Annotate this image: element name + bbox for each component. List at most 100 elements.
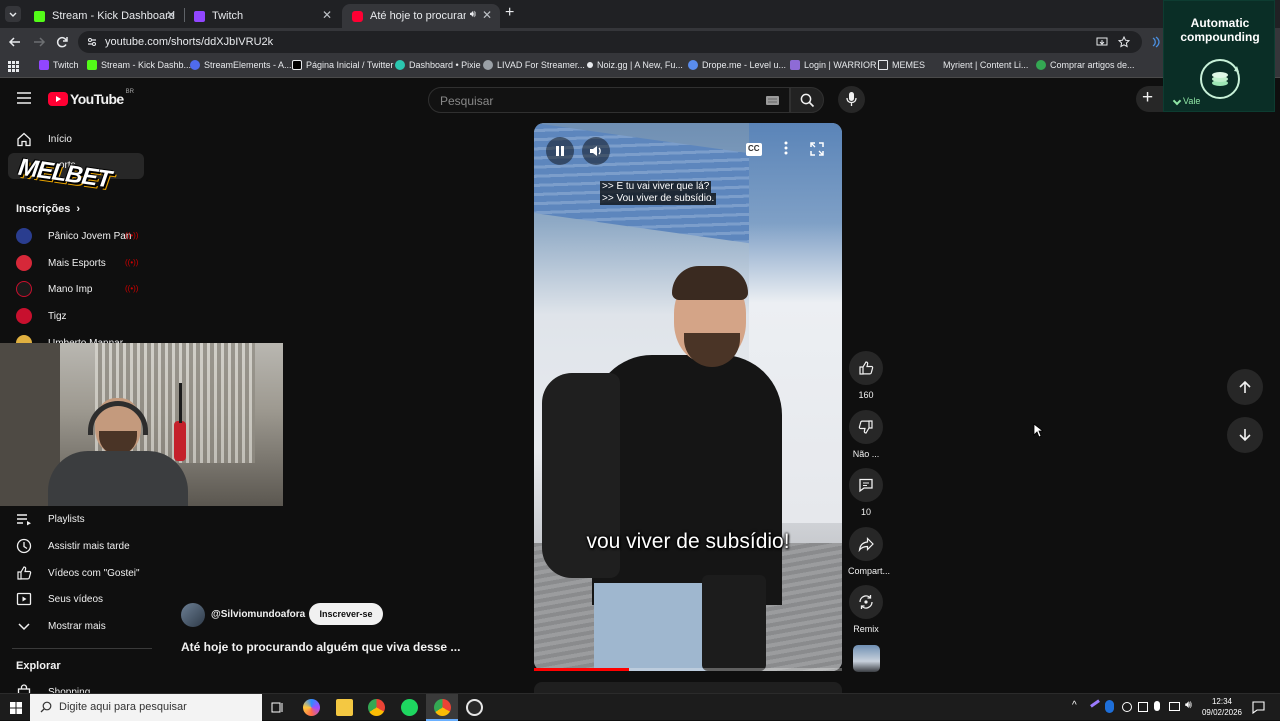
share-button[interactable]: Compart... bbox=[848, 527, 890, 576]
close-icon[interactable]: ✕ bbox=[482, 8, 492, 22]
file-explorer-icon[interactable] bbox=[336, 699, 353, 716]
bookmark-item[interactable]: Twitch bbox=[39, 60, 79, 70]
browser-tab-twitch[interactable]: Twitch ✕ bbox=[184, 4, 340, 28]
previous-short-button[interactable] bbox=[1227, 369, 1263, 405]
channel-name: Pânico Jovem Pan bbox=[48, 230, 132, 242]
sidebar-item-your-videos[interactable]: Seus vídeos bbox=[16, 591, 103, 607]
notification-icon[interactable] bbox=[1252, 701, 1265, 714]
captions-button[interactable]: CC bbox=[746, 143, 762, 156]
bookmark-star-icon[interactable] bbox=[1118, 36, 1130, 48]
new-tab-button[interactable]: + bbox=[505, 5, 514, 21]
taskbar-search-placeholder: Digite aqui para pesquisar bbox=[59, 701, 187, 713]
ad-title-line2: compounding bbox=[1180, 30, 1260, 44]
x-twitter-icon bbox=[292, 60, 302, 70]
sidebar-item-label: Seus vídeos bbox=[48, 593, 104, 605]
subscriptions-header[interactable]: Inscrições › bbox=[16, 203, 80, 215]
apps-grid-icon[interactable] bbox=[8, 61, 19, 72]
sidebar-item-home[interactable]: Início bbox=[16, 131, 72, 147]
copilot-icon[interactable] bbox=[303, 699, 320, 716]
close-icon[interactable]: ✕ bbox=[322, 8, 332, 22]
coins-icon bbox=[1200, 59, 1240, 99]
next-short-button[interactable] bbox=[1227, 417, 1263, 453]
keyboard-icon[interactable] bbox=[766, 96, 779, 105]
create-button[interactable]: + bbox=[1136, 86, 1166, 112]
video-progress-bar[interactable] bbox=[534, 668, 842, 671]
microphone-icon[interactable] bbox=[1154, 701, 1160, 711]
spotify-icon[interactable] bbox=[401, 699, 418, 716]
extension-icon[interactable] bbox=[1150, 36, 1162, 48]
forward-icon[interactable] bbox=[32, 35, 46, 49]
search-input[interactable]: Pesquisar bbox=[428, 87, 790, 113]
audio-icon[interactable]: 🔊︎ bbox=[470, 9, 476, 20]
sidebar-subscription[interactable]: Tigz bbox=[16, 308, 67, 324]
dislike-button[interactable]: Não ... bbox=[848, 410, 884, 459]
close-icon[interactable]: ✕ bbox=[166, 8, 176, 22]
sidebar-item-show-more[interactable]: Mostrar mais bbox=[16, 618, 106, 634]
like-button[interactable]: 160 bbox=[848, 351, 884, 400]
youtube-logo[interactable]: YouTube BR bbox=[48, 89, 134, 107]
more-options-icon[interactable] bbox=[784, 141, 788, 155]
site-info-icon[interactable] bbox=[86, 36, 98, 48]
bookmark-item[interactable]: LIVAD For Streamer... bbox=[483, 60, 585, 70]
bluetooth-icon[interactable] bbox=[1105, 700, 1114, 713]
taskbar-search-input[interactable]: Digite aqui para pesquisar bbox=[30, 694, 262, 721]
bookmark-item[interactable]: Comprar artigos de... bbox=[1036, 60, 1135, 70]
bookmark-item[interactable]: Stream - Kick Dashb... bbox=[87, 60, 191, 70]
chrome-icon[interactable] bbox=[368, 699, 385, 716]
sidebar-subscription[interactable]: Mais Esports bbox=[16, 255, 106, 271]
sidebar-subscription[interactable]: Pânico Jovem Pan bbox=[16, 228, 131, 244]
search-button[interactable] bbox=[790, 87, 824, 113]
folder-icon bbox=[878, 60, 888, 70]
address-bar[interactable]: youtube.com/shorts/ddXJbIVRU2k bbox=[78, 31, 1142, 53]
obs-icon[interactable] bbox=[466, 699, 483, 716]
tray-chevron-up-icon[interactable]: ^ bbox=[1072, 700, 1077, 711]
volume-icon[interactable]: 🔊︎ bbox=[1185, 699, 1192, 712]
install-app-icon[interactable] bbox=[1096, 36, 1108, 48]
menu-icon[interactable] bbox=[17, 92, 31, 104]
person-hair bbox=[672, 266, 748, 300]
shorts-video-player[interactable]: CC bbox=[534, 123, 842, 671]
bookmark-item[interactable]: Drope.me - Level u... bbox=[688, 60, 786, 70]
bookmark-item[interactable]: Login | WARRIOR bbox=[790, 60, 877, 70]
section-title: Inscrições bbox=[16, 203, 71, 215]
back-icon[interactable] bbox=[8, 35, 22, 49]
person-jeans bbox=[594, 583, 714, 671]
browser-tab-youtube[interactable]: Até hoje to procurando alg 🔊︎ ✕ bbox=[342, 4, 500, 28]
pause-button[interactable] bbox=[546, 137, 574, 165]
volume-button[interactable] bbox=[582, 137, 610, 165]
taskbar-active-app[interactable] bbox=[426, 694, 458, 721]
channel-avatar[interactable] bbox=[181, 603, 205, 627]
sidebar-item-liked-videos[interactable]: Vídeos com "Gostei" bbox=[16, 565, 140, 581]
windows-start-icon[interactable] bbox=[10, 702, 22, 714]
tab-search-button[interactable] bbox=[5, 6, 21, 22]
comments-button[interactable]: 10 bbox=[848, 468, 884, 517]
task-view-icon[interactable] bbox=[271, 701, 284, 714]
channel-name[interactable]: @Silviomundoafora bbox=[211, 609, 305, 620]
sidebar-subscription[interactable]: Mano Imp bbox=[16, 281, 92, 297]
sidebar-item-watch-later[interactable]: Assistir mais tarde bbox=[16, 538, 130, 554]
sidebar-item-playlists[interactable]: Playlists bbox=[16, 511, 85, 527]
bookmark-item[interactable]: StreamElements - A... bbox=[190, 60, 292, 70]
tray-app-icon[interactable] bbox=[1138, 702, 1148, 712]
bookmark-folder[interactable]: MEMES bbox=[878, 60, 925, 70]
bookmark-item[interactable]: Página Inicial / Twitter bbox=[292, 60, 393, 70]
sound-thumbnail[interactable] bbox=[853, 645, 880, 672]
tray-pen-icon[interactable] bbox=[1090, 699, 1100, 708]
tray-app-icon[interactable] bbox=[1122, 702, 1132, 712]
thumbs-up-icon bbox=[17, 566, 32, 580]
fullscreen-icon[interactable] bbox=[810, 142, 824, 156]
voice-search-button[interactable] bbox=[838, 86, 865, 113]
network-icon[interactable] bbox=[1169, 702, 1180, 711]
mic-arm bbox=[179, 383, 182, 423]
video-title[interactable]: Até hoje to procurando alguém que viva d… bbox=[181, 640, 460, 654]
bookmark-item[interactable]: Dashboard • Pixie bbox=[395, 60, 481, 70]
playlist-icon bbox=[17, 514, 31, 526]
clock[interactable]: 12:34 09/02/2026 bbox=[1199, 696, 1245, 718]
remix-button[interactable]: Remix bbox=[848, 585, 884, 634]
reload-icon[interactable] bbox=[55, 35, 69, 49]
bookmark-item[interactable]: Noiz.gg | A New, Fu... bbox=[587, 60, 683, 70]
browser-tab-kick[interactable]: Stream - Kick Dashboard ✕ bbox=[24, 4, 184, 28]
subscribe-button[interactable]: Inscrever-se bbox=[309, 603, 383, 625]
bookmark-item[interactable]: Myrient | Content Li... bbox=[933, 60, 1028, 70]
browser-tab-strip: Stream - Kick Dashboard ✕ Twitch ✕ Até h… bbox=[0, 0, 1280, 28]
